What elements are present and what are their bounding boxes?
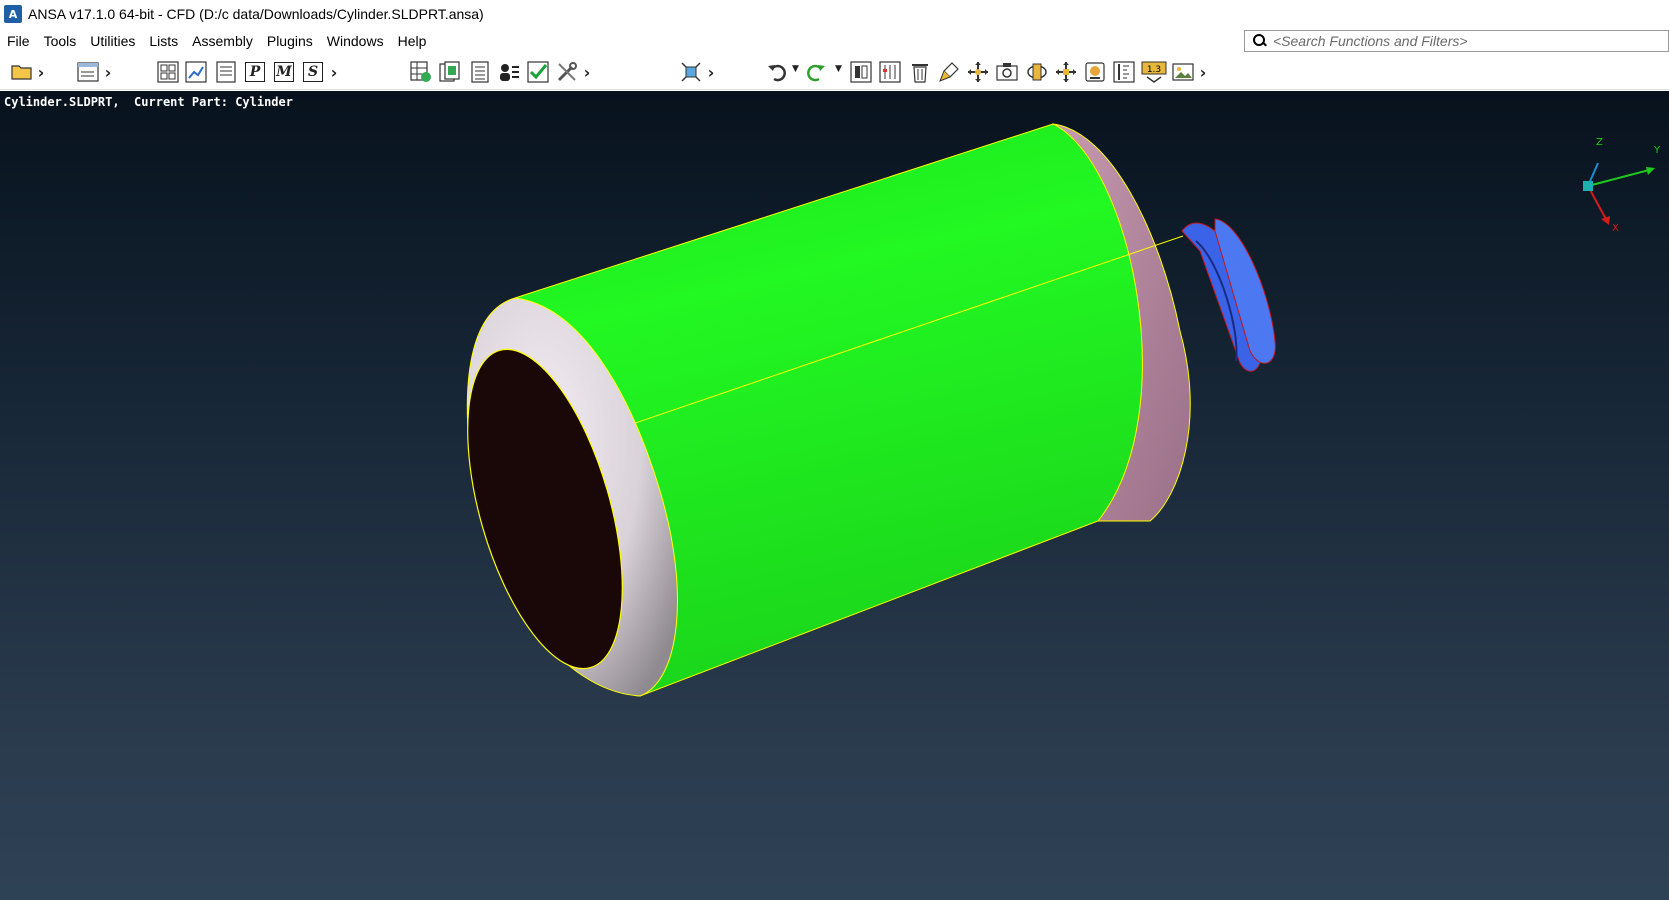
users-icon[interactable] <box>497 60 521 84</box>
chevron-right-icon[interactable]: › <box>580 60 594 84</box>
chevron-right-icon[interactable]: › <box>101 60 115 84</box>
redo-icon[interactable] <box>804 60 828 84</box>
transform-icon[interactable] <box>184 60 208 84</box>
menu-file[interactable]: File <box>7 33 30 49</box>
chevron-right-icon[interactable]: › <box>1196 60 1210 84</box>
menu-lists[interactable]: Lists <box>149 33 178 49</box>
pan-icon[interactable] <box>966 60 990 84</box>
menu-windows[interactable]: Windows <box>327 33 384 49</box>
undo-icon[interactable] <box>765 60 789 84</box>
axis-y-arrow <box>1646 167 1655 175</box>
search-input[interactable] <box>1273 33 1663 49</box>
columns-icon[interactable] <box>878 60 902 84</box>
move-icon[interactable] <box>1054 60 1078 84</box>
axis-x <box>1587 185 1609 224</box>
focus-icon[interactable] <box>849 60 873 84</box>
title-bar: A ANSA v17.1.0 64-bit - CFD (D:/c data/D… <box>0 0 1669 28</box>
menu-utilities[interactable]: Utilities <box>90 33 135 49</box>
camera-icon[interactable] <box>995 60 1019 84</box>
menu-plugins[interactable]: Plugins <box>267 33 313 49</box>
sets-s-icon[interactable]: S <box>301 60 325 84</box>
ansa-logo-icon: A <box>4 5 22 23</box>
menu-assembly[interactable]: Assembly <box>192 33 253 49</box>
search-icon <box>1251 32 1269 50</box>
properties-p-icon[interactable]: P <box>243 60 267 84</box>
vertex-icon[interactable] <box>679 60 703 84</box>
redo-dropdown-icon[interactable]: ▼ <box>835 64 845 80</box>
axis-label-z: Z <box>1596 137 1603 148</box>
check-icon[interactable] <box>526 60 550 84</box>
chevron-right-icon[interactable]: › <box>327 60 341 84</box>
paint-icon[interactable] <box>937 60 961 84</box>
properties-p-label: P <box>245 62 265 82</box>
chevron-right-icon[interactable]: › <box>704 60 718 84</box>
axis-label-x: X <box>1612 223 1619 234</box>
main-toolbar: › › P M S › › › ▼ ▼ 1.3 › <box>0 54 1669 90</box>
window-layout-icon[interactable] <box>76 60 100 84</box>
chevron-right-icon[interactable]: › <box>34 60 48 84</box>
menu-tools[interactable]: Tools <box>44 33 77 49</box>
database-icon[interactable] <box>438 60 462 84</box>
axis-origin <box>1583 181 1593 191</box>
3d-viewport[interactable]: Cylinder.SLDPRT, Current Part: Cylinder <box>0 91 1669 900</box>
materials-m-label: M <box>274 62 294 82</box>
grid-view-icon[interactable] <box>156 60 180 84</box>
menu-help[interactable]: Help <box>398 33 427 49</box>
materials-m-icon[interactable]: M <box>272 60 296 84</box>
undo-dropdown-icon[interactable]: ▼ <box>792 64 802 80</box>
open-folder-icon[interactable] <box>10 60 34 84</box>
image-icon[interactable] <box>1171 60 1195 84</box>
window-title: ANSA v17.1.0 64-bit - CFD (D:/c data/Dow… <box>28 6 484 22</box>
axis-triad: Z Y X <box>1583 137 1661 234</box>
cylinder-model[interactable] <box>0 91 1669 900</box>
scale-icon[interactable]: 1.3 <box>1141 60 1167 84</box>
scale-label: 1.3 <box>1147 65 1161 75</box>
delete-icon[interactable] <box>908 60 932 84</box>
tools-icon[interactable] <box>555 60 579 84</box>
axis-label-y: Y <box>1653 145 1661 156</box>
container-icon[interactable] <box>1083 60 1107 84</box>
sets-s-label: S <box>303 62 323 82</box>
mesh-settings-icon[interactable] <box>409 60 433 84</box>
axis-y <box>1587 168 1654 187</box>
list-icon[interactable] <box>214 60 238 84</box>
search-box[interactable] <box>1244 30 1669 52</box>
nozzle <box>1181 218 1276 372</box>
rotate-icon[interactable] <box>1025 60 1049 84</box>
ruler-icon[interactable] <box>1112 60 1136 84</box>
report-icon[interactable] <box>468 60 492 84</box>
